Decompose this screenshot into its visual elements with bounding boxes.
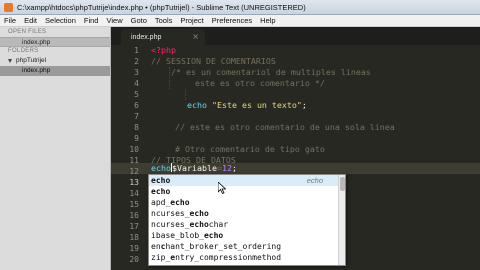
variable: $Variable	[171, 163, 217, 173]
menu-view[interactable]: View	[102, 16, 126, 25]
folders-header: FOLDERS	[8, 48, 39, 54]
comment: // SESSION DE COMENTARIOS	[151, 56, 276, 66]
sidebar-folder[interactable]: phpTutrijel	[0, 56, 110, 66]
line-number-active: 13	[129, 178, 139, 187]
line-number-gutter: 1 2 3 4 5 6 7 8 9 10 11 12 13 14 15 16 1…	[111, 45, 147, 270]
sidebar-folder-file[interactable]: index.php	[0, 66, 110, 76]
keyword-echo: echo	[151, 163, 171, 173]
sidebar: OPEN FILES index.php FOLDERS phpTutrijel…	[0, 27, 111, 270]
menu-edit[interactable]: Edit	[20, 16, 41, 25]
menu-preferences[interactable]: Preferences	[208, 16, 256, 25]
line-number: 12	[129, 167, 139, 176]
menu-file[interactable]: File	[0, 16, 20, 25]
line-number: 11	[129, 156, 139, 165]
item-match: echo	[170, 198, 190, 207]
item-match: echo	[151, 187, 171, 196]
comment: este es otro comentario */	[195, 78, 325, 88]
line-number: 3	[134, 68, 139, 77]
line-number: 4	[134, 79, 139, 88]
menu-goto[interactable]: Goto	[127, 16, 151, 25]
autocomplete-item[interactable]: zip_entry_compressionmethod	[149, 252, 345, 263]
autocomplete-hint: echo	[306, 176, 323, 185]
line-number: 7	[134, 112, 139, 121]
line-number: 1	[134, 46, 139, 55]
menu-find[interactable]: Find	[80, 16, 103, 25]
indent-guide	[185, 89, 186, 100]
line-number: 10	[129, 145, 139, 154]
line-number: 20	[129, 255, 139, 264]
item-prefix: ibase_blob_	[151, 231, 204, 240]
menu-project[interactable]: Project	[176, 16, 207, 25]
item-suffix: char	[208, 220, 229, 229]
mouse-pointer-icon	[218, 182, 226, 194]
code-line-8: // este es otro comentario de una sola l…	[175, 122, 395, 133]
indent-guide	[169, 67, 170, 89]
open-files-header: OPEN FILES	[8, 29, 47, 35]
string-literal: "Este es un texto"	[211, 100, 302, 110]
menu-help[interactable]: Help	[256, 16, 279, 25]
item-suffix: ntry_compressionmethod	[175, 253, 282, 262]
menu-selection[interactable]: Selection	[41, 16, 80, 25]
line-number: 5	[134, 90, 139, 99]
item-match: echo	[189, 220, 209, 229]
autocomplete-item[interactable]: enchant_broker_set_ordering	[149, 241, 345, 252]
sidebar-open-file[interactable]: index.php	[0, 37, 110, 47]
code-line-3: /* es un comentariol de multiples lineas	[171, 67, 371, 78]
line-number: 15	[129, 200, 139, 209]
item-prefix: en	[151, 242, 161, 251]
item-prefix: zip_	[151, 253, 171, 262]
item-match: echo	[189, 209, 209, 218]
autocomplete-popup[interactable]: echo echo echo apd_echo ncurses_echo ncur…	[148, 174, 346, 266]
line-number: 19	[129, 244, 139, 253]
sidebar-folder-label: phpTutrijel	[16, 57, 47, 64]
line-number: 8	[134, 123, 139, 132]
line-number: 14	[129, 189, 139, 198]
title-bar: C:\xampp\htdocs\phpTutrije\index.php • (…	[0, 0, 480, 15]
autocomplete-item[interactable]: echo echo	[149, 175, 345, 186]
item-prefix: ncurses_	[151, 209, 190, 218]
semicolon: ;	[301, 100, 307, 110]
code-line-6: echo "Este es un texto";	[187, 100, 307, 111]
scrollbar-thumb[interactable]	[340, 177, 345, 191]
line-number: 17	[129, 222, 139, 231]
autocomplete-scrollbar[interactable]	[338, 175, 345, 265]
line-number: 2	[134, 57, 139, 66]
sublime-app-icon	[4, 2, 13, 12]
tab-index-php[interactable]: index.php ×	[121, 29, 205, 45]
tab-label: index.php	[131, 33, 162, 41]
close-icon[interactable]: ×	[192, 32, 199, 42]
semicolon: ;	[231, 163, 237, 173]
menu-tools[interactable]: Tools	[151, 16, 177, 25]
autocomplete-item[interactable]: ncurses_echochar	[149, 219, 345, 230]
code-line-2: // SESSION DE COMENTARIOS	[151, 56, 276, 67]
autocomplete-item[interactable]: ibase_blob_echo	[149, 230, 345, 241]
line-number: 9	[134, 134, 139, 143]
autocomplete-item[interactable]: ncurses_echo	[149, 208, 345, 219]
item-match: echo	[203, 231, 224, 240]
php-open-tag: <?php	[151, 45, 176, 55]
comment: /* es un comentariol de multiples lineas	[171, 67, 371, 77]
line-number: 18	[129, 233, 139, 242]
keyword-echo: echo	[187, 100, 207, 110]
tab-bar: index.php ×	[111, 27, 480, 45]
comment: # Otro comentario de tipo gato	[175, 144, 325, 154]
item-prefix: apd_	[151, 198, 171, 207]
code-line-10: # Otro comentario de tipo gato	[175, 144, 325, 155]
line-number: 6	[134, 101, 139, 110]
line-number: 16	[129, 211, 139, 220]
item-suffix: hant_broker_set_ordering	[165, 242, 282, 251]
code-line-4: este es otro comentario */	[195, 78, 325, 89]
menu-bar: File Edit Selection Find View Goto Tools…	[0, 15, 480, 27]
autocomplete-item[interactable]: echo	[149, 186, 345, 197]
comment: // este es otro comentario de una sola l…	[175, 122, 395, 132]
autocomplete-item[interactable]: apd_echo	[149, 197, 345, 208]
window-title: C:\xampp\htdocs\phpTutrije\index.php • (…	[17, 2, 306, 12]
item-match: echo	[151, 176, 171, 185]
code-line-13: echo$Variable=12;	[151, 163, 237, 174]
number-literal: 12	[221, 163, 232, 173]
expand-triangle-icon	[8, 59, 12, 63]
code-line-1: <?php	[151, 45, 176, 56]
item-prefix: ncurses_	[151, 220, 190, 229]
